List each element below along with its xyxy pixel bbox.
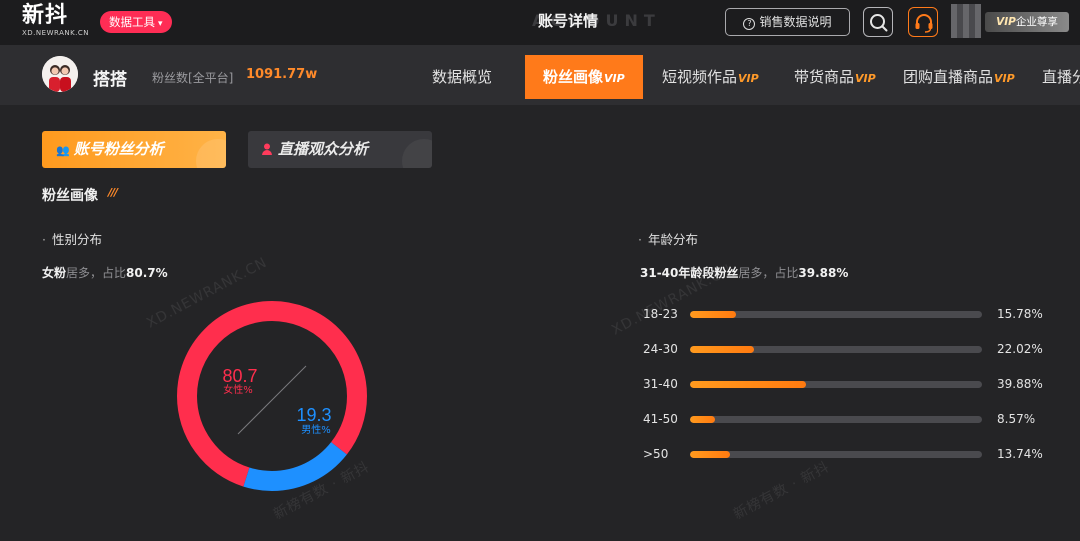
fans-count-label: 粉丝数[全平台] — [152, 71, 234, 85]
account-bar: 搭搭 粉丝数[全平台] 1091.77w 数据概览 粉丝画像VIP 短视频作品V… — [0, 45, 1080, 105]
sales-data-help-label: 销售数据说明 — [759, 15, 832, 29]
age-bar-track — [690, 451, 982, 458]
data-tools-button[interactable]: 数据工具 ▾ — [100, 11, 172, 33]
age-percent-label: 13.74% — [997, 447, 1043, 461]
age-bar-fill — [690, 416, 716, 423]
vip-tag: VIP — [604, 72, 625, 85]
account-name: 搭搭 — [93, 70, 127, 90]
age-range-label: 31-40 — [643, 377, 678, 391]
people-icon: 👥 — [56, 144, 70, 157]
section-title: 粉丝画像 — [42, 188, 98, 204]
account-fans-analysis-label: 账号粉丝分析 — [73, 140, 164, 158]
age-row: 18-23 15.78% — [640, 304, 1060, 324]
age-bar-track — [690, 381, 982, 388]
age-summary-value: 39.88% — [798, 266, 849, 280]
tab-label: 带货商品 — [794, 68, 855, 86]
age-percent-label: 8.57% — [997, 412, 1036, 426]
male-label: 男性% — [301, 423, 331, 436]
fans-count-value: 1091.77w — [246, 67, 318, 82]
male-value: 19.3 — [296, 405, 331, 425]
user-icon — [262, 132, 272, 155]
age-row: 31-40 39.88% — [640, 374, 1060, 394]
gender-summary: 女粉居多，占比80.7% — [42, 264, 168, 281]
age-summary: 31-40年龄段粉丝居多，占比39.88% — [640, 264, 848, 281]
watermark: 新榜有数 · 新抖 — [730, 458, 833, 523]
tab-label: 直播分 — [1042, 68, 1080, 86]
question-icon: ? — [743, 18, 756, 30]
logo-text: 新抖 — [22, 3, 69, 28]
age-bar-track — [690, 346, 982, 353]
account-fans-analysis-tab[interactable]: 👥 账号粉丝分析 — [42, 131, 226, 168]
female-value: 80.7 — [222, 366, 257, 386]
gender-summary-mid: 居多，占比 — [66, 266, 127, 280]
tab-label: 数据概览 — [432, 68, 493, 86]
age-percent-label: 22.02% — [997, 342, 1043, 356]
vip-enterprise-badge[interactable]: VIP企业尊享 — [985, 12, 1069, 32]
vip-tag: VIP — [738, 72, 759, 85]
age-percent-label: 15.78% — [997, 307, 1043, 321]
vip-tag: VIP — [994, 72, 1015, 85]
user-avatar[interactable] — [951, 4, 981, 38]
tab-fan-profile[interactable]: 粉丝画像VIP — [525, 55, 643, 99]
tab-label: 粉丝画像 — [543, 68, 604, 86]
vip-badge-label: VIP — [996, 16, 1016, 28]
gender-donut-chart: 80.7 女性% 19.3 男性% — [177, 301, 367, 491]
top-bar: 新抖 XD.NEWRANK.CN 数据工具 ▾ ACCOUNT 账号详情 ? 销售数… — [0, 0, 1080, 45]
age-summary-mid: 居多，占比 — [738, 266, 799, 280]
age-row: >50 13.74% — [640, 444, 1060, 464]
bullet-icon: · — [638, 232, 642, 247]
vip-badge-sub: 企业尊享 — [1015, 16, 1058, 28]
age-distribution-title: · 年龄分布 — [638, 229, 698, 248]
tab-label: 短视频作品 — [662, 68, 738, 86]
gender-distribution-title: · 性别分布 — [42, 229, 102, 248]
tab-data-overview[interactable]: 数据概览 — [432, 55, 492, 99]
logo-subtext: XD.NEWRANK.CN — [22, 29, 90, 37]
data-tools-label: 数据工具 — [109, 15, 155, 29]
bullet-icon: · — [42, 232, 46, 247]
tab-group-buy-live-goods[interactable]: 团购直播商品VIP — [903, 55, 1015, 99]
age-bar-fill — [690, 451, 731, 458]
age-bar-fill — [690, 381, 807, 388]
gender-summary-value: 80.7% — [126, 266, 168, 280]
tab-label: 团购直播商品 — [903, 68, 994, 86]
account-avatar-image — [42, 56, 78, 92]
search-button[interactable] — [863, 7, 893, 37]
age-title-label: 年龄分布 — [647, 232, 698, 247]
chevron-down-icon: ▾ — [158, 19, 163, 29]
vip-tag: VIP — [855, 72, 876, 85]
support-button[interactable] — [908, 7, 938, 37]
gender-summary-prefix: 女粉 — [42, 266, 67, 280]
age-bar-fill — [690, 346, 755, 353]
headset-icon — [915, 14, 933, 33]
tab-goods[interactable]: 带货商品VIP — [794, 55, 876, 99]
live-audience-analysis-label: 直播观众分析 — [278, 140, 369, 158]
tab-decoration — [196, 139, 226, 168]
age-percent-label: 39.88% — [997, 377, 1043, 391]
page-title: 账号详情 — [538, 12, 599, 30]
age-bar-fill — [690, 311, 737, 318]
search-icon — [870, 14, 888, 32]
age-bar-track — [690, 416, 982, 423]
account-avatar — [42, 56, 78, 92]
age-range-label: 24-30 — [643, 342, 678, 356]
age-bar-track — [690, 311, 982, 318]
tab-short-videos[interactable]: 短视频作品VIP — [662, 55, 759, 99]
logo[interactable]: 新抖 XD.NEWRANK.CN — [22, 3, 90, 38]
age-row: 24-30 22.02% — [640, 339, 1060, 359]
live-audience-analysis-tab[interactable]: 直播观众分析 — [248, 131, 432, 168]
female-label: 女性% — [223, 383, 253, 396]
age-row: 41-50 8.57% — [640, 409, 1060, 429]
tab-live-analysis[interactable]: 直播分 — [1042, 55, 1080, 99]
section-decoration: /// — [108, 186, 118, 199]
tab-decoration — [402, 139, 432, 168]
age-range-label: >50 — [643, 447, 669, 461]
gender-title-label: 性别分布 — [51, 232, 102, 247]
sales-data-help-button[interactable]: ? 销售数据说明 — [725, 8, 850, 36]
age-range-label: 41-50 — [643, 412, 678, 426]
